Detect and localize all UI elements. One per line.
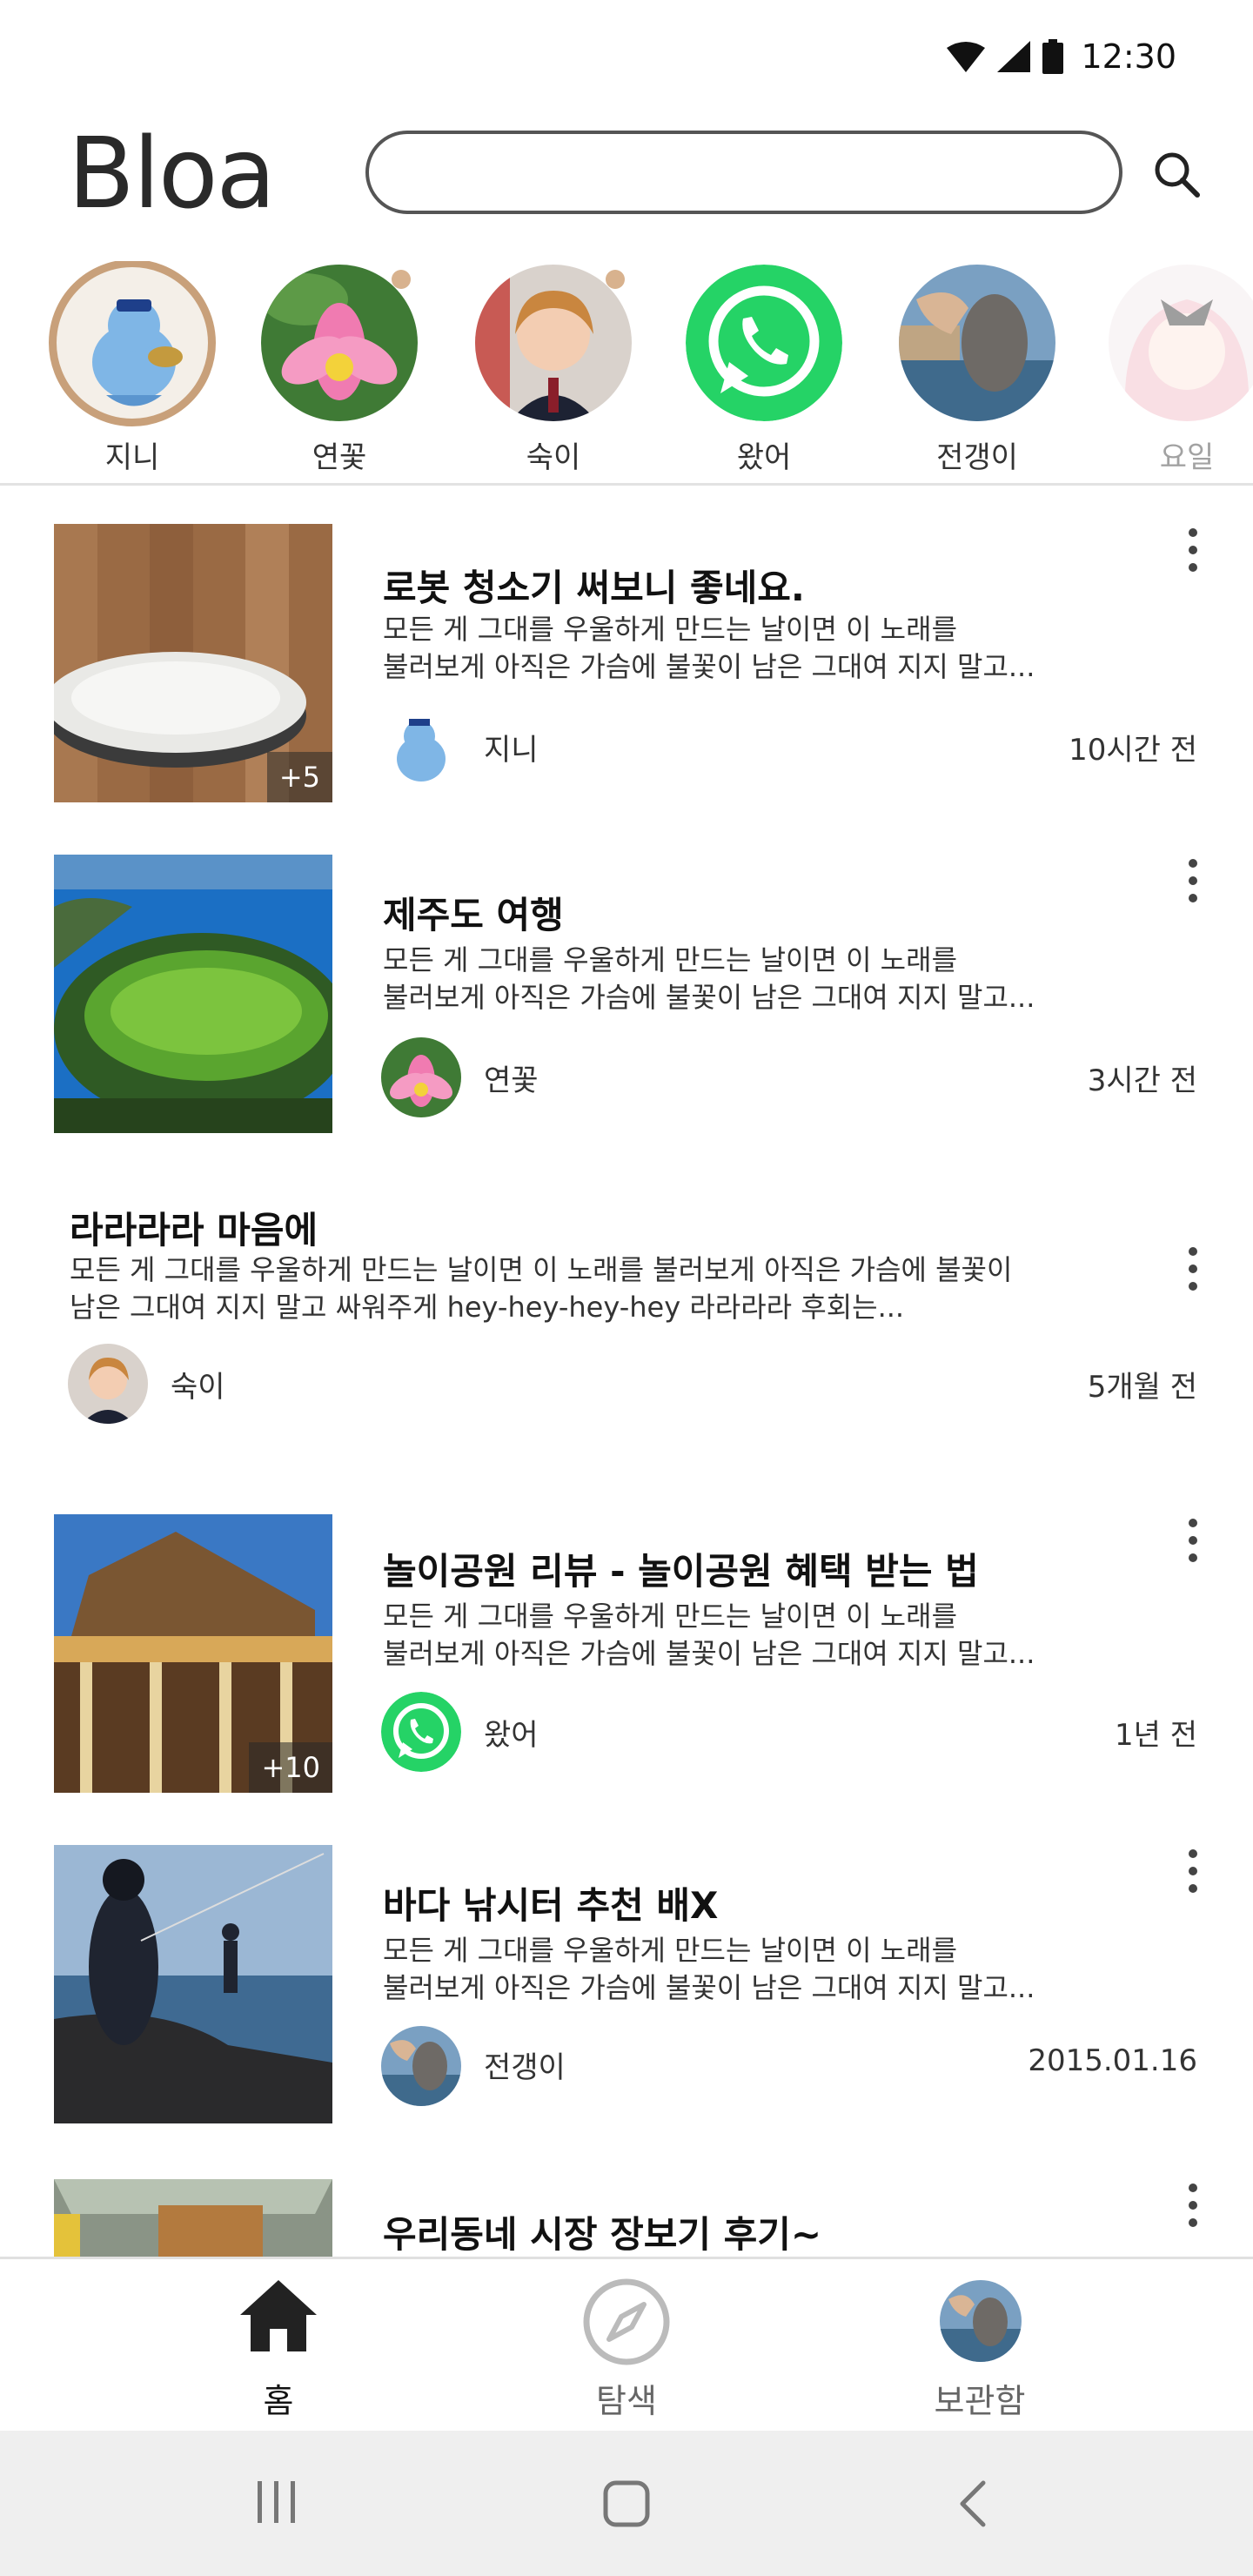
profile-avatar <box>940 2280 1022 2362</box>
app-logo: Bloa <box>68 117 276 231</box>
story-name: 지니 <box>104 440 160 475</box>
post-thumbnail[interactable] <box>54 1845 332 2123</box>
post-title: 놀이공원 리뷰 - 놀이공원 혜택 받는 법 <box>383 1550 979 1593</box>
post-item[interactable]: 우리동네 시장 장보기 후기~ <box>0 2179 1253 2257</box>
post-title: 우리동네 시장 장보기 후기~ <box>383 2213 822 2256</box>
post-item[interactable]: +5 로봇 청소기 써보니 좋네요. 모든 게 그대를 우울하게 만드는 날이면… <box>0 524 1253 820</box>
home-icon <box>240 2280 317 2351</box>
nav-explore[interactable]: 탐색 <box>496 2259 757 2433</box>
post-item[interactable]: 제주도 여행 모든 게 그대를 우울하게 만드는 날이면 이 노래를 불러보게 … <box>0 855 1253 1150</box>
more-options-icon[interactable] <box>1180 1514 1206 1566</box>
post-description: 모든 게 그대를 우울하게 만드는 날이면 이 노래를 불러보게 아직은 가슴에… <box>383 1600 1035 1670</box>
post-time: 2015.01.16 <box>1028 2043 1197 2078</box>
more-options-icon[interactable] <box>1180 2179 1206 2231</box>
nav-library-label: 보관함 <box>934 2382 1026 2420</box>
post-thumbnail[interactable]: +10 <box>54 1514 332 1793</box>
post-item[interactable]: 라라라라 마음에 모든 게 그대를 우울하게 만드는 날이면 이 노래를 불러보… <box>0 1201 1253 1479</box>
post-thumbnail[interactable] <box>54 855 332 1133</box>
post-time: 3시간 전 <box>1087 1063 1197 1098</box>
post-thumbnail[interactable]: +5 <box>54 524 332 802</box>
story-item[interactable]: 숙이 <box>458 261 649 479</box>
app-header: Bloa <box>0 113 1253 244</box>
story-name: 전갱이 <box>936 440 1018 475</box>
photo-count-badge: +10 <box>249 1742 332 1793</box>
story-ring <box>49 261 216 426</box>
story-name: 왔어 <box>736 440 792 475</box>
system-navigation-bar <box>0 2431 1253 2576</box>
post-title: 제주도 여행 <box>383 894 564 936</box>
post-time: 1년 전 <box>1115 1718 1197 1753</box>
nav-home-label: 홈 <box>263 2382 294 2420</box>
author-avatar <box>381 707 461 787</box>
more-options-icon[interactable] <box>1180 1845 1206 1897</box>
author-name: 숙이 <box>171 1370 225 1405</box>
back-icon[interactable] <box>957 2479 988 2528</box>
search-icon[interactable] <box>1150 148 1203 200</box>
nav-explore-label: 탐색 <box>596 2382 657 2420</box>
photo-count-badge: +5 <box>266 752 332 802</box>
nav-home[interactable]: 홈 <box>148 2259 409 2433</box>
story-avatar <box>475 265 632 421</box>
more-options-icon[interactable] <box>1180 524 1206 576</box>
post-description: 모든 게 그대를 우울하게 만드는 날이면 이 노래를 불러보게 아직은 가슴에… <box>383 943 1035 1014</box>
author-name: 왔어 <box>484 1718 539 1753</box>
new-indicator <box>392 270 411 289</box>
author-avatar <box>381 1037 461 1117</box>
story-name: 연꽃 <box>312 440 367 475</box>
post-feed: +5 로봇 청소기 써보니 좋네요. 모든 게 그대를 우울하게 만드는 날이면… <box>0 486 1253 2257</box>
post-description: 모든 게 그대를 우울하게 만드는 날이면 이 노래를 불러보게 아직은 가슴에… <box>383 1934 1035 2004</box>
author-avatar <box>381 2026 461 2106</box>
story-item[interactable]: 요일 <box>1091 261 1253 479</box>
nav-library[interactable]: 보관함 <box>849 2259 1110 2433</box>
status-time: 12:30 <box>1081 37 1176 76</box>
post-item[interactable]: 바다 낚시터 추천 배X 모든 게 그대를 우울하게 만드는 날이면 이 노래를… <box>0 1845 1253 2141</box>
post-time: 5개월 전 <box>1087 1370 1197 1405</box>
post-title: 로봇 청소기 써보니 좋네요. <box>383 567 805 609</box>
home-button-icon[interactable] <box>602 2479 651 2528</box>
story-name: 요일 <box>1159 440 1215 475</box>
story-item[interactable]: 지니 <box>37 261 228 479</box>
author-name: 전갱이 <box>484 2050 566 2085</box>
story-item[interactable]: 연꽃 <box>244 261 435 479</box>
wifi-icon <box>947 42 986 72</box>
post-thumbnail[interactable] <box>54 2179 332 2257</box>
post-description: 모든 게 그대를 우울하게 만드는 날이면 이 노래를 불러보게 아직은 가슴에… <box>383 613 1035 683</box>
post-time: 10시간 전 <box>1069 733 1197 768</box>
bottom-navigation: 홈 탐색 보관함 <box>0 2257 1253 2433</box>
story-name: 숙이 <box>526 440 581 475</box>
post-title: 바다 낚시터 추천 배X <box>383 1884 719 1927</box>
story-item[interactable]: 왔어 <box>668 261 860 479</box>
more-options-icon[interactable] <box>1180 855 1206 907</box>
post-description: 모든 게 그대를 우울하게 만드는 날이면 이 노래를 불러보게 아직은 가슴에… <box>70 1253 1013 1324</box>
status-bar: 12:30 <box>0 0 1253 113</box>
more-options-icon[interactable] <box>1180 1243 1206 1295</box>
author-avatar <box>68 1344 148 1424</box>
story-avatar <box>1109 265 1253 421</box>
author-avatar <box>381 1692 461 1772</box>
post-title: 라라라라 마음에 <box>70 1209 318 1251</box>
story-avatar <box>686 265 842 421</box>
status-icons: 12:30 <box>947 35 1176 78</box>
compass-icon <box>583 2278 670 2365</box>
signal-icon <box>997 41 1031 72</box>
new-indicator <box>606 270 625 289</box>
battery-icon <box>1042 39 1064 74</box>
story-item[interactable]: 전갱이 <box>881 261 1073 479</box>
author-name: 연꽃 <box>484 1063 539 1098</box>
recent-apps-icon[interactable] <box>254 2479 299 2525</box>
post-item[interactable]: +10 놀이공원 리뷰 - 놀이공원 혜택 받는 법 모든 게 그대를 우울하게… <box>0 1514 1253 1810</box>
author-name: 지니 <box>484 733 539 768</box>
story-avatar <box>261 265 418 421</box>
story-avatar <box>899 265 1055 421</box>
search-input[interactable] <box>365 131 1122 214</box>
story-list: 지니 연꽃 숙이 왔어 전갱이 요일 <box>0 261 1253 479</box>
